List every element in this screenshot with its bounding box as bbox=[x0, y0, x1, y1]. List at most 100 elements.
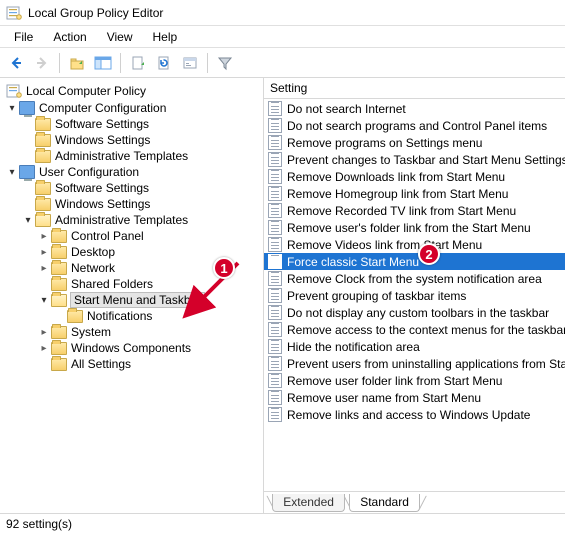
filter-button[interactable] bbox=[213, 51, 237, 75]
toolbar-separator bbox=[207, 53, 208, 73]
status-text: 92 setting(s) bbox=[6, 517, 72, 531]
tree-node[interactable]: ▾Administrative Templates bbox=[20, 212, 263, 228]
tree-node[interactable]: ▸Administrative Templates bbox=[20, 148, 263, 164]
menu-view[interactable]: View bbox=[97, 28, 143, 46]
folder-icon bbox=[35, 150, 51, 163]
tree-node[interactable]: ▸Windows Settings bbox=[20, 132, 263, 148]
chevron-right-icon[interactable]: ▸ bbox=[38, 263, 50, 274]
tree-node[interactable]: ▸System bbox=[36, 324, 263, 340]
setting-row[interactable]: Prevent users from uninstalling applicat… bbox=[264, 355, 565, 372]
tree-node[interactable]: ▾ Computer Configuration bbox=[4, 100, 263, 116]
list-pane: Setting Do not search InternetDo not sea… bbox=[264, 78, 565, 513]
titlebar: Local Group Policy Editor bbox=[0, 0, 565, 26]
up-level-button[interactable] bbox=[65, 51, 89, 75]
policy-root-icon bbox=[6, 83, 22, 99]
setting-row[interactable]: Remove user's folder link from the Start… bbox=[264, 219, 565, 236]
setting-row[interactable]: Remove user folder link from Start Menu bbox=[264, 372, 565, 389]
folder-icon bbox=[51, 342, 67, 355]
folder-icon bbox=[67, 310, 83, 323]
tree-node[interactable]: ▸Windows Settings bbox=[20, 196, 263, 212]
chevron-right-icon[interactable]: ▸ bbox=[38, 231, 50, 242]
policy-item-icon bbox=[268, 118, 282, 133]
tree-node-label: Windows Settings bbox=[55, 197, 150, 211]
chevron-down-icon[interactable]: ▾ bbox=[6, 167, 18, 178]
setting-row[interactable]: Do not search Internet bbox=[264, 100, 565, 117]
folder-open-icon bbox=[35, 214, 51, 227]
setting-row[interactable]: Force classic Start Menu bbox=[264, 253, 565, 270]
list-tabs: ╲ Extended ╲ Standard ╲ bbox=[264, 491, 565, 513]
menu-action[interactable]: Action bbox=[43, 28, 96, 46]
properties-button[interactable] bbox=[178, 51, 202, 75]
tree-node[interactable]: ▸Software Settings bbox=[20, 180, 263, 196]
tree-node-label: Network bbox=[71, 261, 115, 275]
tab-standard[interactable]: Standard bbox=[349, 494, 420, 512]
folder-icon bbox=[51, 246, 67, 259]
folder-icon bbox=[35, 118, 51, 131]
setting-row[interactable]: Remove Downloads link from Start Menu bbox=[264, 168, 565, 185]
refresh-button[interactable] bbox=[152, 51, 176, 75]
chevron-down-icon[interactable]: ▾ bbox=[38, 295, 50, 306]
window-title: Local Group Policy Editor bbox=[28, 6, 163, 20]
setting-row[interactable]: Do not search programs and Control Panel… bbox=[264, 117, 565, 134]
chevron-right-icon[interactable]: ▸ bbox=[38, 343, 50, 354]
setting-label: Remove user name from Start Menu bbox=[287, 391, 481, 405]
setting-row[interactable]: Prevent grouping of taskbar items bbox=[264, 287, 565, 304]
menu-help[interactable]: Help bbox=[143, 28, 188, 46]
content-area: Local Computer Policy ▾ Computer Configur… bbox=[0, 78, 565, 513]
setting-row[interactable]: Remove programs on Settings menu bbox=[264, 134, 565, 151]
setting-label: Prevent users from uninstalling applicat… bbox=[287, 357, 565, 371]
setting-row[interactable]: Remove Videos link from Start Menu bbox=[264, 236, 565, 253]
setting-label: Force classic Start Menu bbox=[287, 255, 419, 269]
setting-row[interactable]: Remove Recorded TV link from Start Menu bbox=[264, 202, 565, 219]
policy-item-icon bbox=[268, 101, 282, 116]
nav-back-button[interactable] bbox=[4, 51, 28, 75]
setting-label: Remove Homegroup link from Start Menu bbox=[287, 187, 508, 201]
annotation-badge-2: 2 bbox=[418, 243, 440, 265]
setting-label: Remove Recorded TV link from Start Menu bbox=[287, 204, 516, 218]
setting-label: Remove user folder link from Start Menu bbox=[287, 374, 502, 388]
nav-forward-button[interactable] bbox=[30, 51, 54, 75]
tree-root-label: Local Computer Policy bbox=[26, 84, 146, 98]
setting-row[interactable]: Remove access to the context menus for t… bbox=[264, 321, 565, 338]
setting-row[interactable]: Remove Clock from the system notificatio… bbox=[264, 270, 565, 287]
setting-row[interactable]: Do not display any custom toolbars in th… bbox=[264, 304, 565, 321]
list-column-header[interactable]: Setting bbox=[264, 78, 565, 99]
tree-node[interactable]: ▾ User Configuration bbox=[4, 164, 263, 180]
chevron-down-icon[interactable]: ▾ bbox=[6, 103, 18, 114]
tree-node[interactable]: ▸All Settings bbox=[36, 356, 263, 372]
menu-file[interactable]: File bbox=[4, 28, 43, 46]
folder-icon bbox=[51, 262, 67, 275]
policy-item-icon bbox=[268, 237, 282, 252]
show-hide-tree-button[interactable] bbox=[91, 51, 115, 75]
setting-row[interactable]: Remove Homegroup link from Start Menu bbox=[264, 185, 565, 202]
toolbar-separator bbox=[59, 53, 60, 73]
chevron-down-icon[interactable]: ▾ bbox=[22, 215, 34, 226]
setting-label: Remove Clock from the system notificatio… bbox=[287, 272, 542, 286]
tab-extended[interactable]: Extended bbox=[272, 494, 345, 512]
chevron-right-icon[interactable]: ▸ bbox=[38, 247, 50, 258]
setting-label: Remove programs on Settings menu bbox=[287, 136, 482, 150]
tree-node-label: Notifications bbox=[87, 309, 152, 323]
setting-row[interactable]: Remove user name from Start Menu bbox=[264, 389, 565, 406]
tree-node[interactable]: ▸Windows Components bbox=[36, 340, 263, 356]
policy-item-icon bbox=[268, 305, 282, 320]
setting-label: Prevent changes to Taskbar and Start Men… bbox=[287, 153, 565, 167]
tree-node-label: Computer Configuration bbox=[39, 101, 166, 115]
export-list-button[interactable] bbox=[126, 51, 150, 75]
tree-node[interactable]: ▸Control Panel bbox=[36, 228, 263, 244]
policy-item-icon bbox=[268, 203, 282, 218]
setting-row[interactable]: Hide the notification area bbox=[264, 338, 565, 355]
setting-label: Remove Downloads link from Start Menu bbox=[287, 170, 505, 184]
tree-node-label: Software Settings bbox=[55, 181, 149, 195]
tree-node-label: User Configuration bbox=[39, 165, 139, 179]
chevron-right-icon[interactable]: ▸ bbox=[38, 327, 50, 338]
setting-label: Hide the notification area bbox=[287, 340, 420, 354]
policy-item-icon bbox=[268, 356, 282, 371]
folder-icon bbox=[51, 358, 67, 371]
tree-root[interactable]: Local Computer Policy bbox=[4, 82, 263, 100]
setting-row[interactable]: Prevent changes to Taskbar and Start Men… bbox=[264, 151, 565, 168]
setting-list[interactable]: Do not search InternetDo not search prog… bbox=[264, 99, 565, 491]
setting-row[interactable]: Remove links and access to Windows Updat… bbox=[264, 406, 565, 423]
folder-icon bbox=[35, 182, 51, 195]
tree-node[interactable]: ▸Software Settings bbox=[20, 116, 263, 132]
